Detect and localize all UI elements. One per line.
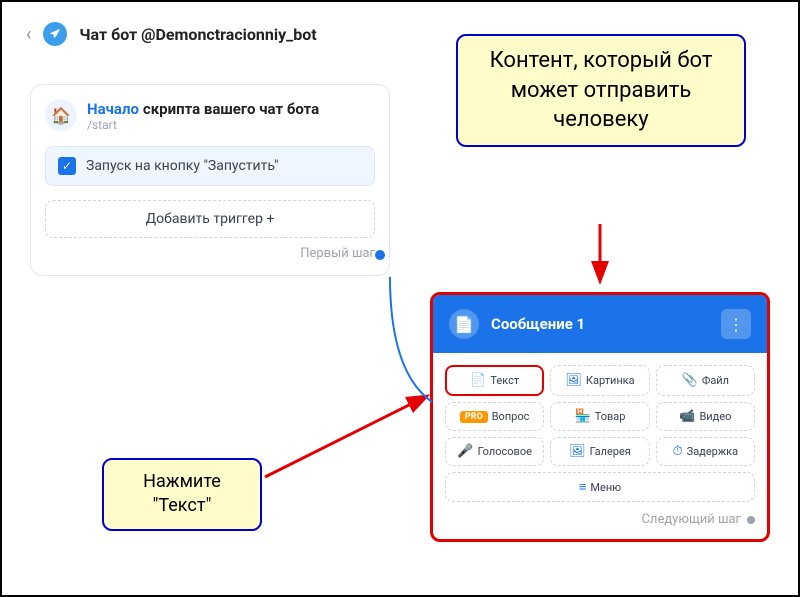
arrow-top-to-card [582,224,622,294]
start-command: /start [87,118,319,132]
start-subtitle: скрипта вашего чат бота [143,100,319,118]
document-icon: 📄 [449,309,479,339]
btn-icon: 📎 [682,373,698,388]
first-step-label: Первый шаг [45,246,375,261]
plus-icon: + [266,211,274,227]
content-btn-видео[interactable]: 📹 Видео [656,402,755,431]
connector-dot [747,516,755,524]
add-trigger-button[interactable]: Добавить триггер + [45,200,375,238]
content-btn-задержка[interactable]: ⏱ Задержка [656,437,755,466]
btn-label: Текст [490,374,519,387]
callout-content-types: Контент, который бот может отправить чел… [456,34,746,147]
content-btn-текст[interactable]: 📄 Текст [445,365,544,396]
trigger-label: Запуск на кнопку "Запустить" [86,158,279,174]
message-card-header: 📄 Сообщение 1 ⋮ [433,295,767,353]
btn-label: Вопрос [492,410,530,423]
btn-icon: 📹 [679,409,695,424]
kebab-menu-icon[interactable]: ⋮ [721,309,751,339]
content-btn-картинка[interactable]: 🖼 Картинка [550,365,649,396]
telegram-icon [43,22,67,46]
btn-icon: 🎤 [457,444,473,459]
back-arrow-icon[interactable]: ‹ [26,24,31,45]
btn-label: Задержка [687,445,738,458]
start-script-card: 🏠 Начало скрипта вашего чат бота /start … [30,84,390,276]
pro-badge: PRO [460,411,488,423]
btn-label: Видео [699,410,731,423]
trigger-row[interactable]: ✓ Запуск на кнопку "Запустить" [45,146,375,186]
content-btn-вопрос[interactable]: PRO Вопрос [445,402,544,431]
btn-icon: 🖼 [565,373,582,388]
home-icon: 🏠 [45,99,77,131]
btn-label: Галерея [590,445,631,458]
start-title: Начало [87,100,139,118]
connector-dot [375,250,385,260]
btn-icon: ≡ [579,479,587,495]
btn-label: Картинка [586,374,635,387]
btn-icon: 📄 [470,373,486,388]
message-title: Сообщение 1 [491,315,709,333]
callout-press-text: Нажмите "Текст" [102,458,262,531]
checkbox-icon[interactable]: ✓ [58,157,76,175]
content-btn-голосовое[interactable]: 🎤 Голосовое [445,437,544,466]
message-card: 📄 Сообщение 1 ⋮ 📄 Текст 🖼 Картинка 📎 Файл PRO В… [430,292,770,542]
btn-icon: 🏪 [575,409,591,424]
content-button-grid: 📄 Текст 🖼 Картинка 📎 Файл PRO Вопрос 🏪 Товар 📹 Виде… [445,365,755,502]
content-btn-файл[interactable]: 📎 Файл [656,365,755,396]
content-btn-товар[interactable]: 🏪 Товар [550,402,649,431]
arrow-bottom-to-text-btn [260,392,440,502]
btn-icon: 🖼 [569,444,586,459]
btn-label: Меню [590,481,621,494]
page-title: Чат бот @Demonctracionniy_bot [79,25,316,44]
next-step-label: Следующий шаг [445,508,755,527]
btn-label: Товар [595,410,626,423]
content-btn-галерея[interactable]: 🖼 Галерея [550,437,649,466]
btn-icon: ⏱ [673,444,683,459]
content-btn-меню[interactable]: ≡Меню [445,472,755,502]
btn-label: Файл [702,374,729,387]
btn-label: Голосовое [478,445,532,458]
